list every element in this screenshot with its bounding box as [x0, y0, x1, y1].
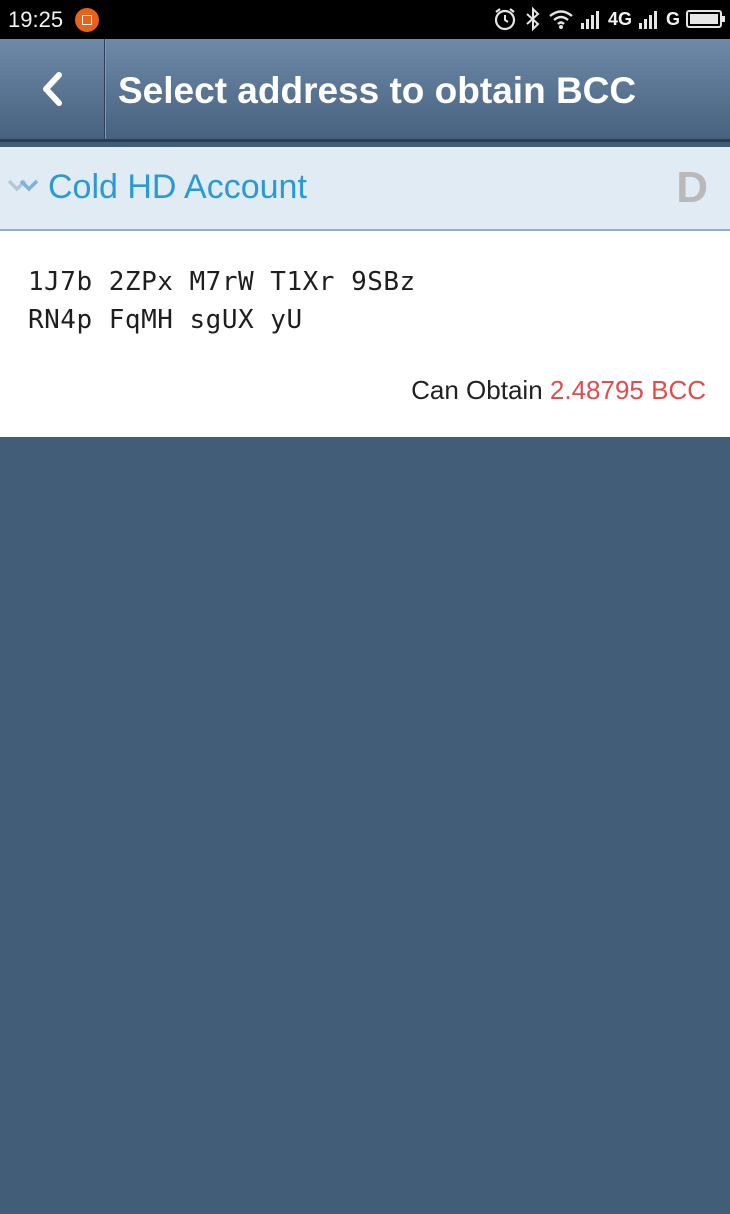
- account-name: Cold HD Account: [48, 168, 307, 206]
- app-bar: Select address to obtain BCC: [0, 39, 730, 142]
- network-type-label: 4G: [607, 8, 632, 29]
- address-list-item[interactable]: 1J7b 2ZPx M7rW T1Xr 9SBz RN4p FqMH sgUX …: [0, 231, 730, 437]
- status-time: 19:25: [8, 7, 64, 32]
- status-bar: 19:25 4G G: [0, 0, 730, 39]
- page-title: Select address to obtain BCC: [118, 70, 637, 111]
- wifi-icon: [549, 10, 573, 29]
- obtain-amount: 2.48795 BCC: [549, 375, 706, 405]
- notification-icon: [75, 8, 99, 32]
- account-header[interactable]: Cold HD Account D: [0, 147, 730, 231]
- address-text-line-2: RN4p FqMH sgUX yU: [28, 305, 303, 335]
- bluetooth-icon: [526, 6, 540, 32]
- signal-icon: [580, 11, 599, 29]
- signal-icon: [638, 11, 657, 29]
- obtain-amount-row: Can Obtain 2.48795 BCC: [411, 375, 706, 406]
- status-icons: 4G G: [492, 5, 726, 33]
- alarm-icon: [494, 8, 516, 31]
- chevron-left-icon: [43, 72, 62, 106]
- battery-icon: [686, 10, 725, 28]
- account-type-badge: D: [676, 163, 708, 212]
- obtain-label: Can Obtain: [411, 375, 543, 405]
- network-type-label: G: [665, 8, 680, 29]
- back-button[interactable]: [0, 39, 105, 139]
- chevron-down-icon: [7, 179, 39, 192]
- address-text-line-1: 1J7b 2ZPx M7rW T1Xr 9SBz: [28, 267, 416, 297]
